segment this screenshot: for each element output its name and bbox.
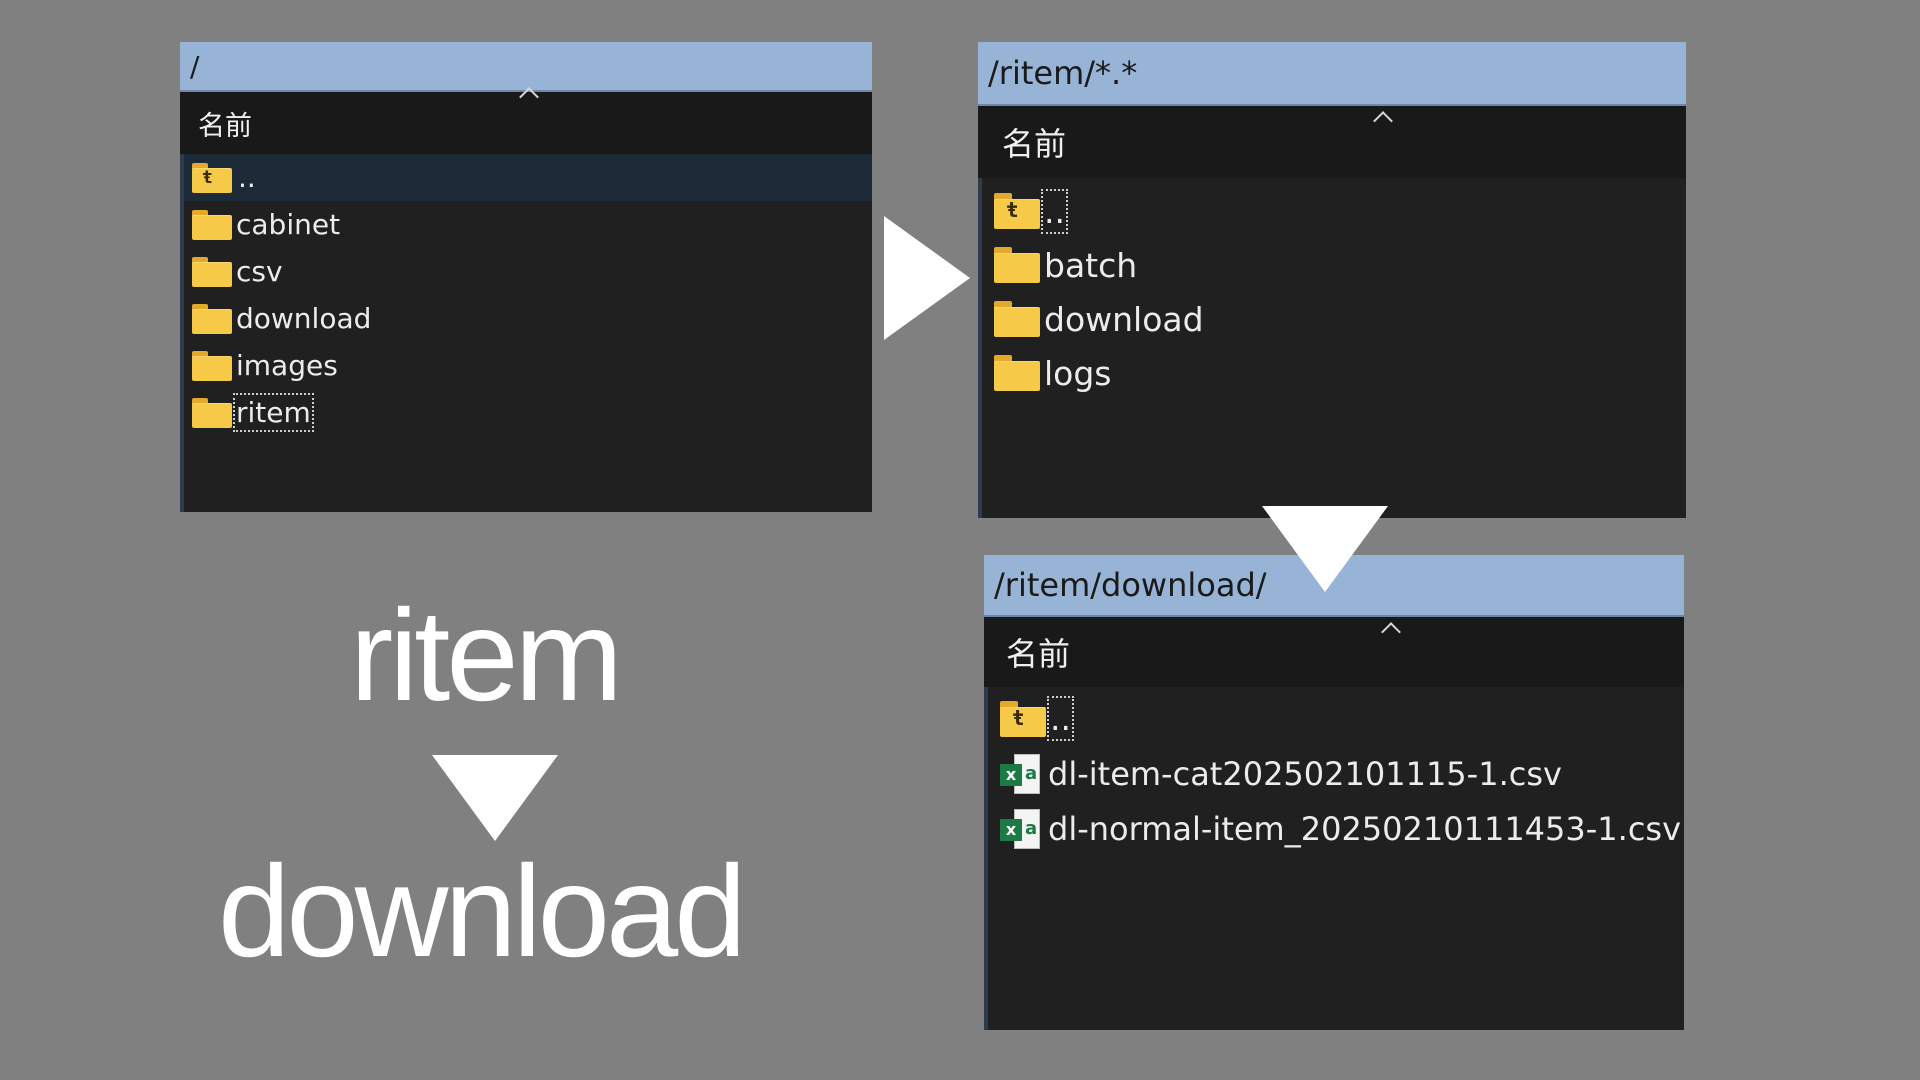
list-item-folder[interactable]: images (184, 342, 872, 389)
list-item-parent[interactable]: ŧ .. (988, 691, 1684, 746)
folder-icon (192, 256, 232, 287)
file-list: ŧ .. x a dl-item-cat202502101115-1.csv x… (984, 687, 1684, 1030)
list-item-label: .. (1041, 188, 1068, 234)
sort-ascending-icon (1381, 622, 1401, 642)
file-panel-root: / 名前 ŧ .. cabinet csv download images ri… (180, 42, 872, 512)
folder-icon (192, 303, 232, 334)
folder-icon (192, 209, 232, 240)
parent-folder-icon: ŧ (192, 162, 232, 193)
caption-to: download (218, 838, 747, 984)
file-list: ŧ .. cabinet csv download images ritem (180, 154, 872, 512)
column-header-name[interactable]: 名前 (978, 106, 1686, 178)
list-item-file[interactable]: x a dl-item-cat202502101115-1.csv (988, 746, 1684, 801)
list-item-folder[interactable]: cabinet (184, 201, 872, 248)
list-item-label: .. (238, 161, 256, 194)
folder-icon (192, 397, 232, 428)
excel-file-icon: x a (1000, 753, 1040, 794)
list-item-label: ritem (233, 393, 314, 432)
path-text: /ritem/*.* (988, 54, 1138, 92)
list-item-label: csv (236, 255, 283, 288)
column-header-label: 名前 (1002, 125, 1067, 163)
file-panel-download: /ritem/download/ 名前 ŧ .. x a dl-item-cat… (984, 555, 1684, 1030)
parent-folder-icon: ŧ (994, 193, 1040, 229)
list-item-folder[interactable]: download (982, 292, 1686, 346)
parent-folder-icon: ŧ (1000, 700, 1046, 737)
path-text: /ritem/download/ (994, 566, 1267, 604)
column-header-label: 名前 (1006, 635, 1071, 673)
path-text: / (190, 49, 200, 83)
file-panel-ritem: /ritem/*.* 名前 ŧ .. batch download logs (978, 42, 1686, 518)
column-header-name[interactable]: 名前 (984, 617, 1684, 687)
path-bar[interactable]: /ritem/*.* (978, 42, 1686, 106)
column-header-name[interactable]: 名前 (180, 87, 872, 154)
excel-file-icon: x a (1000, 808, 1040, 849)
sort-ascending-icon (1373, 111, 1393, 131)
list-item-label: logs (1044, 353, 1112, 393)
arrow-right-icon (884, 216, 970, 340)
list-item-label: .. (1047, 696, 1074, 741)
folder-icon (994, 247, 1040, 283)
list-item-folder[interactable]: csv (184, 248, 872, 295)
list-item-label: dl-normal-item_20250210111453-1.csv (1048, 809, 1682, 848)
list-item-parent[interactable]: ŧ .. (184, 154, 872, 201)
column-header-label: 名前 (198, 110, 252, 142)
caption-from: ritem (350, 582, 623, 728)
list-item-label: download (236, 302, 372, 335)
list-item-parent[interactable]: ŧ .. (982, 184, 1686, 238)
arrow-down-icon (1262, 506, 1388, 592)
list-item-file[interactable]: x a dl-normal-item_20250210111453-1.csv (988, 801, 1684, 856)
list-item-label: download (1044, 299, 1204, 339)
arrow-down-icon (432, 755, 558, 841)
list-item-label: cabinet (236, 208, 341, 241)
folder-icon (192, 350, 232, 381)
list-item-label: dl-item-cat202502101115-1.csv (1048, 754, 1562, 793)
folder-icon (994, 301, 1040, 337)
folder-icon (994, 355, 1040, 391)
list-item-folder[interactable]: ritem (184, 389, 872, 436)
file-list: ŧ .. batch download logs (978, 178, 1686, 518)
list-item-folder[interactable]: batch (982, 238, 1686, 292)
list-item-folder[interactable]: logs (982, 346, 1686, 400)
list-item-folder[interactable]: download (184, 295, 872, 342)
list-item-label: batch (1044, 245, 1138, 285)
path-bar[interactable]: / (180, 42, 872, 92)
stage: / 名前 ŧ .. cabinet csv download images ri… (0, 0, 1920, 1080)
list-item-label: images (236, 349, 338, 382)
